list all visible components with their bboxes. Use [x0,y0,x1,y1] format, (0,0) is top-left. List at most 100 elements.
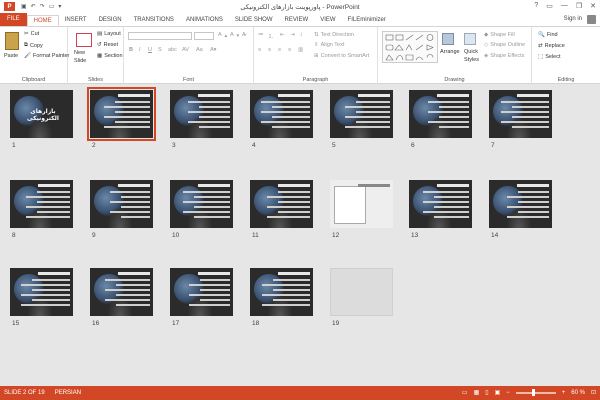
normal-view-icon[interactable]: ▭ [462,389,468,396]
copy-button[interactable]: ⧉ Copy [24,42,43,49]
format-painter-button[interactable]: 🖌 Format Painter [24,53,69,59]
bullets-icon[interactable]: ≔ [258,32,264,38]
save-icon[interactable]: ▣ [21,3,27,10]
slide-thumbnail[interactable] [330,90,393,138]
new-slide-icon[interactable] [76,33,92,47]
slide-sorter-view-icon[interactable]: ▦ [474,389,480,396]
slide-thumbnail[interactable] [409,180,472,228]
shape-effects-button[interactable]: ◈ Shape Effects [484,53,524,59]
font-name-combobox[interactable] [128,32,192,40]
italic-button[interactable]: I [139,47,141,53]
tab-transitions[interactable]: TRANSITIONS [128,15,180,26]
close-button[interactable]: ✕ [590,2,596,10]
new-slide-button[interactable]: New [74,50,85,56]
slide-thumbnail[interactable] [489,180,552,228]
replace-button[interactable]: ⇄ Replace [538,43,565,49]
reading-view-icon[interactable]: ▯ [485,389,488,396]
bold-button[interactable]: B [129,47,133,53]
quick-styles-dropdown[interactable]: Styles [464,57,479,63]
slide-sorter[interactable]: بازارهای الکترونیکی 1 2 3 4 5 6 7 8 9 10 11 12 13 14 15… [0,84,600,386]
slide-thumbnail[interactable] [87,87,156,141]
strikethrough-button[interactable]: abc [168,47,177,53]
font-color-icon[interactable]: A▾ [210,47,216,53]
text-direction-button[interactable]: ⇅ Text Direction [314,32,354,38]
shape-outline-button[interactable]: ◇ Shape Outline [484,42,525,48]
character-spacing-icon[interactable]: AV [182,47,189,53]
columns-icon[interactable]: ▥ [298,47,303,53]
tab-home[interactable]: HOME [26,15,59,26]
grow-font-button[interactable]: A ▲ [218,32,228,38]
slide-thumbnail[interactable] [409,90,472,138]
quick-styles-icon[interactable] [464,33,476,45]
slide-thumbnail[interactable] [170,180,233,228]
arrange-button[interactable]: Arrange [440,49,460,55]
quick-styles-button[interactable]: Quick [464,49,478,55]
tab-fileminimizer[interactable]: FILEminimizer [342,15,392,26]
restore-button[interactable]: ❐ [576,2,582,10]
convert-smartart-button[interactable]: ⊞ Convert to SmartArt [314,53,369,59]
minimize-button[interactable]: — [561,2,568,10]
slide-thumbnail[interactable]: بازارهای الکترونیکی [10,90,73,138]
shadow-button[interactable]: S [158,47,162,53]
language-indicator[interactable]: PERSIAN [55,390,81,396]
paste-button[interactable]: Paste [4,53,18,59]
decrease-indent-icon[interactable]: ⇤ [280,32,285,38]
new-slide-dropdown[interactable]: Slide [74,58,86,64]
cut-button[interactable]: ✂ Cut [24,31,39,37]
undo-icon[interactable]: ↶ [31,3,36,10]
help-button[interactable]: ? [534,2,538,10]
slide-thumbnail[interactable] [170,268,233,316]
font-size-combobox[interactable] [194,32,214,40]
tab-view[interactable]: VIEW [314,15,341,26]
slide-thumbnail[interactable] [250,90,313,138]
align-right-icon[interactable]: ≡ [278,47,281,53]
align-center-icon[interactable]: ≡ [268,47,271,53]
slide-thumbnail[interactable] [170,90,233,138]
line-spacing-icon[interactable]: ↕ [300,32,303,38]
change-case-icon[interactable]: Aa [196,47,203,53]
sign-in-link[interactable]: Sign in [564,16,582,22]
zoom-out-button[interactable]: − [506,390,510,396]
zoom-slider-thumb[interactable] [531,389,535,396]
slide-thumbnail[interactable] [90,268,153,316]
justify-icon[interactable]: ≡ [288,47,291,53]
account-avatar-icon[interactable] [587,15,596,24]
ribbon-display-options-button[interactable]: ▭ [546,2,553,10]
zoom-level[interactable]: 60 % [571,390,585,396]
tab-animations[interactable]: ANIMATIONS [180,15,229,26]
fit-to-window-icon[interactable]: ⊡ [591,389,596,396]
tab-file[interactable]: FILE [0,13,27,26]
layout-button[interactable]: ▤ Layout [97,31,121,37]
slide-thumbnail[interactable] [250,268,313,316]
increase-indent-icon[interactable]: ⇥ [290,32,295,38]
slide-thumbnail[interactable] [10,180,73,228]
zoom-in-button[interactable]: + [562,390,566,396]
tab-slide-show[interactable]: SLIDE SHOW [229,15,279,26]
start-slideshow-icon[interactable]: ▭ [49,3,55,10]
shrink-font-button[interactable]: A ▼ [230,32,240,38]
section-button[interactable]: ▦ Section [97,53,123,59]
paste-icon[interactable] [5,32,19,50]
tab-review[interactable]: REVIEW [279,15,315,26]
underline-button[interactable]: U [148,47,152,53]
slide-thumbnail[interactable] [330,180,393,228]
slideshow-view-icon[interactable]: ▣ [495,389,501,396]
numbering-icon[interactable]: ⒈ [268,32,274,40]
shapes-gallery[interactable] [382,31,438,63]
clear-formatting-icon[interactable]: A̷ [242,32,246,38]
customize-qat-icon[interactable]: ▾ [58,3,61,10]
find-button[interactable]: 🔍 Find [538,32,558,38]
select-button[interactable]: ⬚ Select [538,54,561,60]
zoom-slider[interactable] [515,389,556,396]
tab-insert[interactable]: INSERT [59,15,93,26]
reset-button[interactable]: ↺ Reset [97,42,118,48]
redo-icon[interactable]: ↷ [40,3,45,10]
arrange-icon[interactable] [442,33,454,45]
align-left-icon[interactable]: ≡ [258,47,261,53]
shape-fill-button[interactable]: ◆ Shape Fill [484,32,515,38]
slide-thumbnail[interactable] [250,180,313,228]
align-text-button[interactable]: ⇳ Align Text [314,42,344,48]
slide-thumbnail[interactable] [489,90,552,138]
slide-thumbnail[interactable] [10,268,73,316]
tab-design[interactable]: DESIGN [93,15,128,26]
